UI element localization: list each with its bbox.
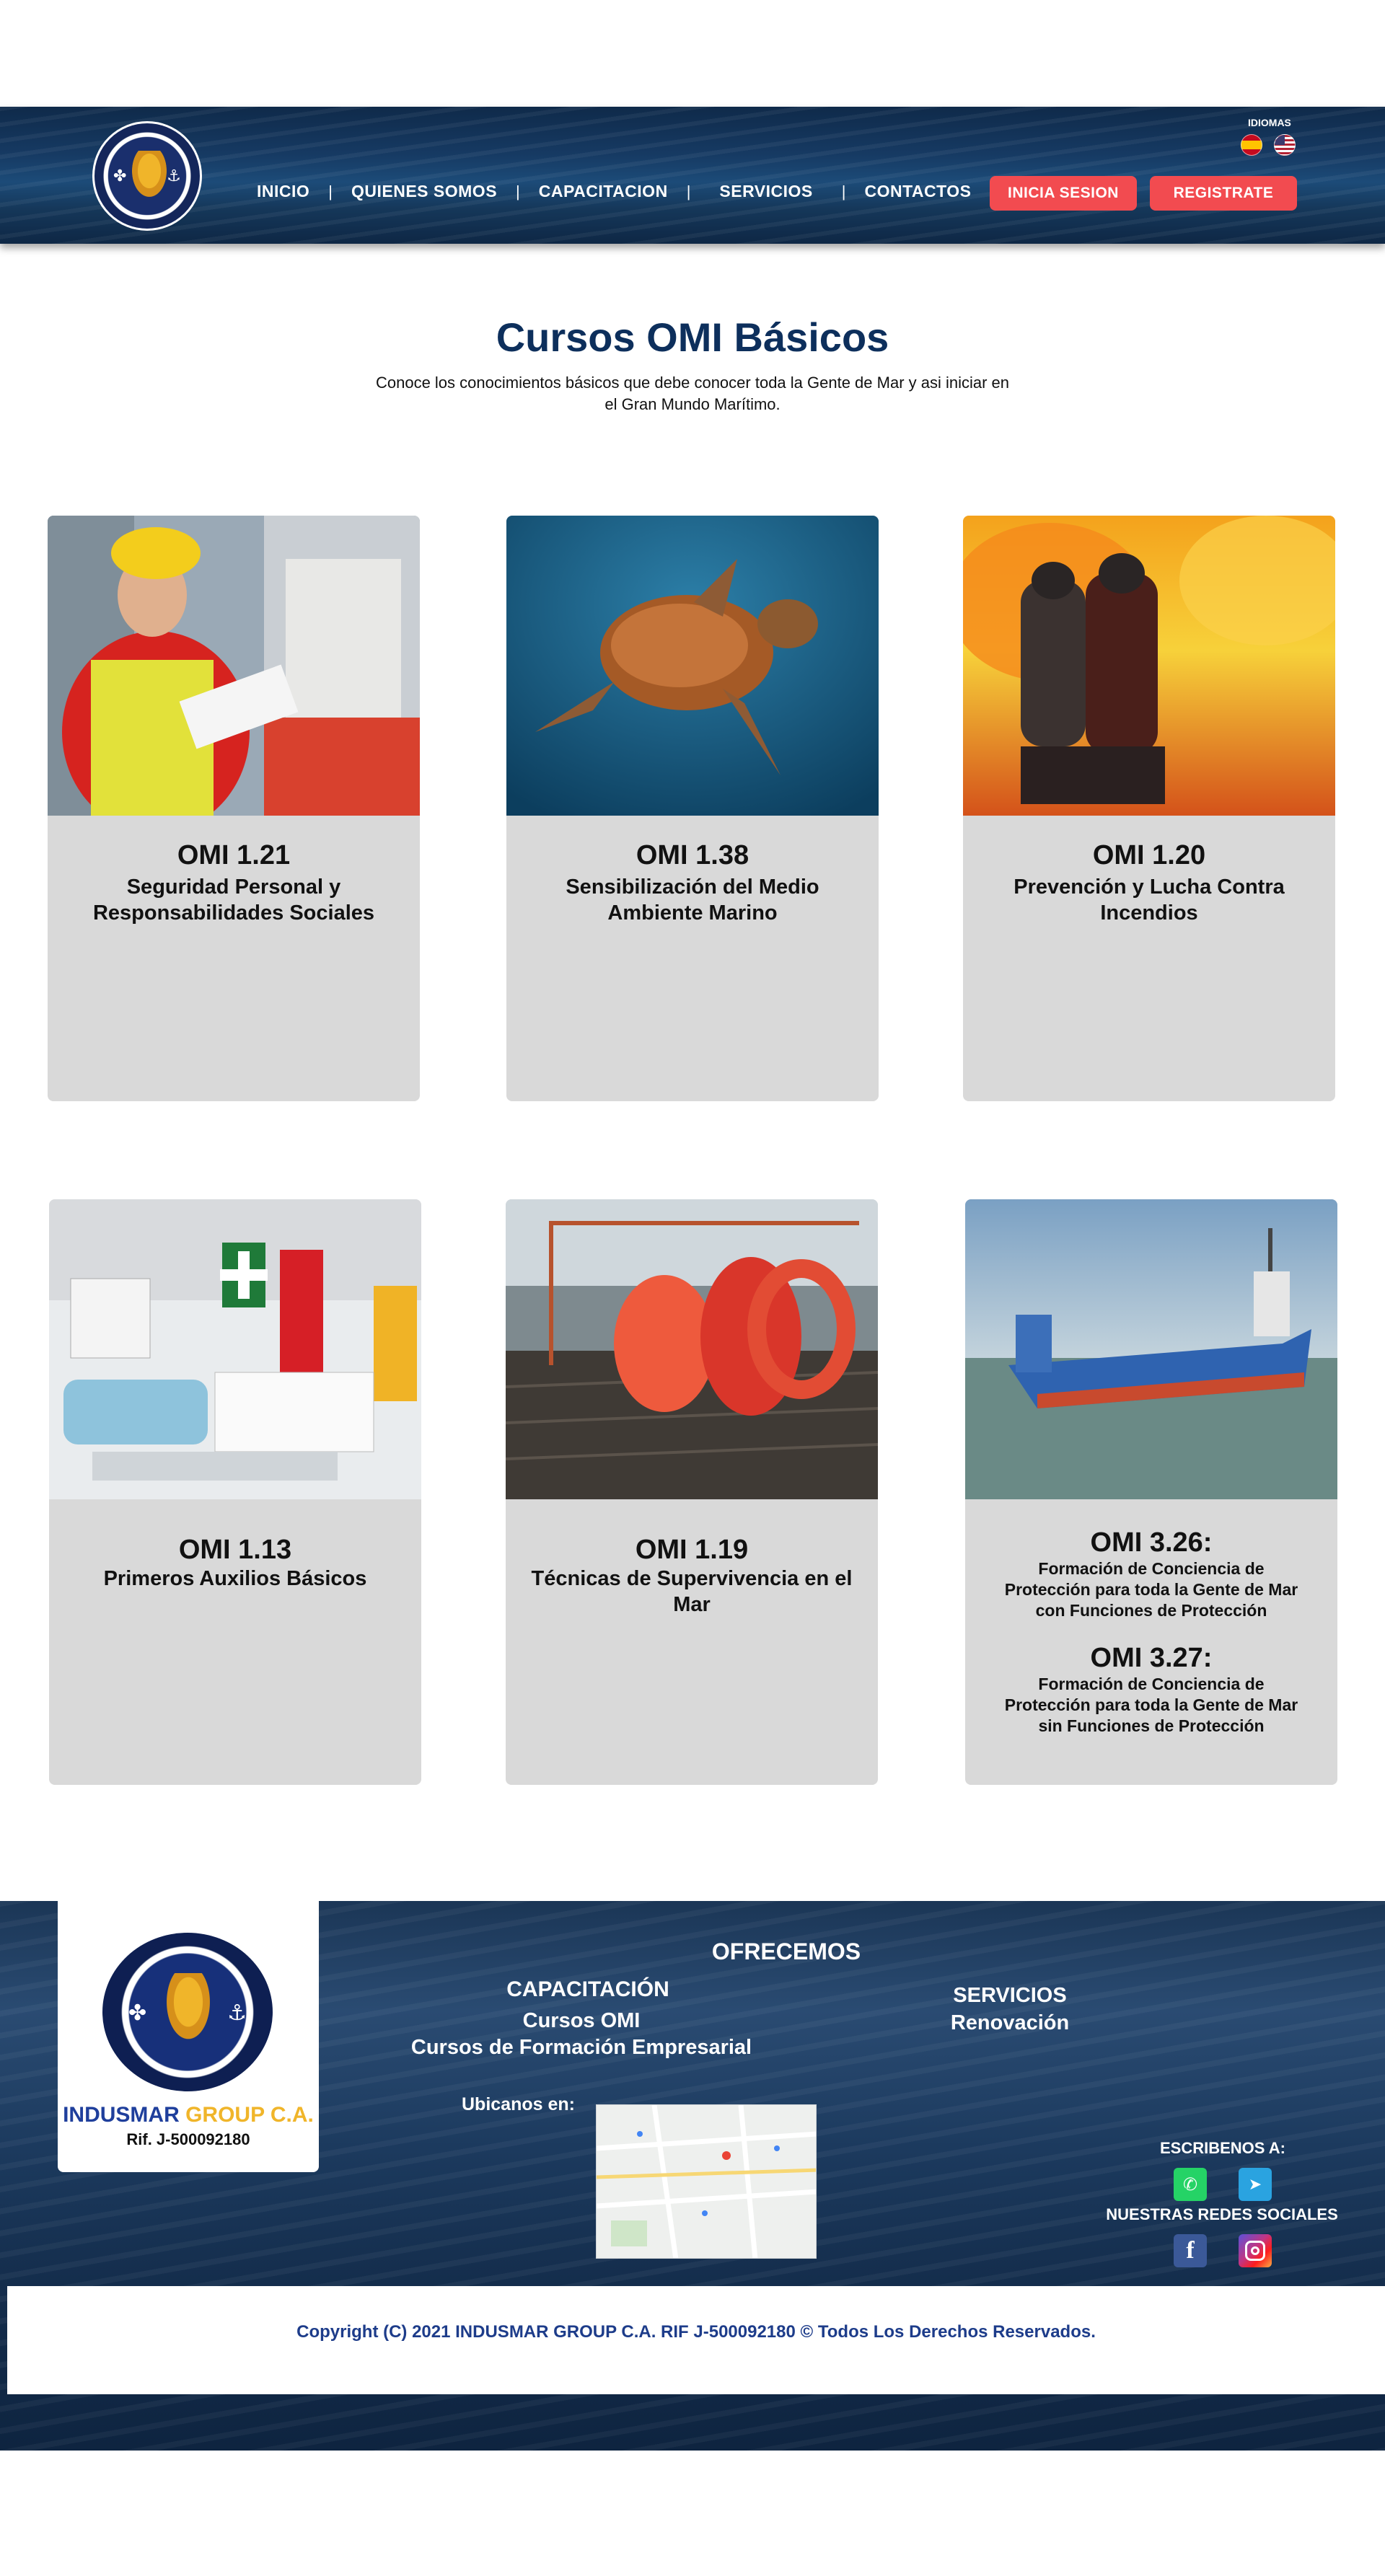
- propeller-icon: ✤: [113, 167, 127, 185]
- location-map[interactable]: [596, 2104, 817, 2259]
- capacitacion-list: Cursos OMI Cursos de Formación Empresari…: [401, 2008, 762, 2061]
- company-name: INDUSMAR GROUP C.A.: [58, 2103, 319, 2127]
- course-code: OMI 1.13: [178, 1535, 292, 1565]
- company-name-main: INDUSMAR: [63, 2103, 180, 2127]
- course-card-omi-1-13[interactable]: OMI 1.13 Primeros Auxilios Básicos: [49, 1199, 421, 1785]
- course-name: Formación de Conciencia de Protección pa…: [1004, 1675, 1298, 1735]
- page-title: Cursos OMI Básicos: [496, 314, 889, 360]
- company-logo[interactable]: ✤ ⚓: [102, 1933, 273, 2091]
- copyright-text: Copyright (C) 2021 INDUSMAR GROUP C.A. R…: [296, 2322, 1096, 2342]
- course-name: Técnicas de Supervivencia en el Mar: [531, 1567, 853, 1616]
- nav-capacitacion[interactable]: CAPACITACION: [539, 182, 668, 201]
- social-label: NUESTRAS REDES SOCIALES: [1106, 2205, 1338, 2223]
- course-code: OMI 3.27:: [1090, 1643, 1213, 1673]
- course-card-omi-1-21[interactable]: OMI 1.21 Seguridad Personal y Responsabi…: [48, 516, 420, 1101]
- course-code: OMI 1.21: [177, 840, 291, 870]
- register-button[interactable]: REGISTRATE: [1150, 176, 1297, 211]
- offer-heading: OFRECEMOS: [711, 1938, 861, 1964]
- site-header: ✤ ⚓ INICIO | QUIENES SOMOS | CAPACITACIO…: [0, 107, 1385, 244]
- nav-inicio[interactable]: INICIO: [257, 182, 309, 201]
- telegram-icon[interactable]: ➤: [1239, 2168, 1272, 2201]
- capacitacion-heading[interactable]: CAPACITACIÓN: [462, 1977, 714, 2002]
- nav-contactos[interactable]: CONTACTOS: [864, 182, 971, 201]
- propeller-icon: ✤: [128, 2001, 147, 2025]
- link-cursos-omi[interactable]: Cursos OMI: [401, 2008, 762, 2034]
- chief-headdress-icon: [163, 1973, 214, 2045]
- course-code: OMI 1.19: [635, 1535, 749, 1565]
- nav-separator: |: [686, 182, 691, 200]
- us-flag-icon[interactable]: [1274, 134, 1296, 156]
- login-button[interactable]: INICIA SESION: [990, 176, 1137, 211]
- course-image-rescue-buoys: [506, 1199, 878, 1499]
- languages-label: IDIOMAS: [1248, 117, 1291, 128]
- instagram-icon[interactable]: [1239, 2234, 1272, 2267]
- course-name: Primeros Auxilios Básicos: [103, 1567, 367, 1590]
- whatsapp-icon[interactable]: ✆: [1174, 2168, 1207, 2201]
- copyright-bar: Copyright (C) 2021 INDUSMAR GROUP C.A. R…: [7, 2286, 1385, 2394]
- course-name: Prevención y Lucha Contra Incendios: [1014, 875, 1285, 925]
- nav-separator: |: [841, 182, 846, 200]
- course-name: Formación de Conciencia de Protección pa…: [1004, 1559, 1298, 1620]
- page-subtitle: Conoce los conocimientos básicos que deb…: [375, 374, 1010, 413]
- course-image-cargo-ship: [965, 1199, 1337, 1499]
- course-image-first-aid-kit: [49, 1199, 421, 1499]
- nav-quienes-somos[interactable]: QUIENES SOMOS: [351, 182, 497, 201]
- course-name: Seguridad Personal y Responsabilidades S…: [92, 875, 375, 925]
- nav-separator: |: [516, 182, 520, 200]
- company-logo[interactable]: ✤ ⚓: [92, 121, 202, 231]
- course-code: OMI 3.26:: [1090, 1527, 1213, 1558]
- footer-logo-box: ✤ ⚓ INDUSMAR GROUP C.A. Rif. J-500092180: [58, 1901, 319, 2172]
- course-card-omi-1-19[interactable]: OMI 1.19 Técnicas de Supervivencia en el…: [506, 1199, 878, 1785]
- course-code: OMI 1.38: [636, 840, 749, 870]
- site-footer: ✤ ⚓ INDUSMAR GROUP C.A. Rif. J-500092180…: [0, 1901, 1385, 2451]
- facebook-icon[interactable]: f: [1174, 2234, 1207, 2267]
- course-card-omi-1-38[interactable]: OMI 1.38 Sensibilización del Medio Ambie…: [506, 516, 879, 1101]
- course-code: OMI 1.20: [1092, 840, 1206, 870]
- link-cursos-empresariales[interactable]: Cursos de Formación Empresarial: [401, 2034, 762, 2061]
- anchor-icon: ⚓: [167, 167, 181, 185]
- servicios-block: SERVICIOS Renovación: [909, 1982, 1111, 2037]
- spanish-flag-icon[interactable]: [1241, 134, 1262, 156]
- course-image-firefighters: [963, 516, 1335, 816]
- main-nav: INICIO | QUIENES SOMOS | CAPACITACION | …: [257, 182, 972, 201]
- servicios-heading[interactable]: SERVICIOS: [909, 1982, 1111, 2009]
- course-name: Sensibilización del Medio Ambiente Marin…: [566, 875, 819, 925]
- location-label: Ubicanos en:: [462, 2094, 575, 2114]
- nav-separator: |: [328, 182, 333, 200]
- link-renovacion[interactable]: Renovación: [909, 2009, 1111, 2037]
- chief-headdress-icon: [129, 151, 170, 201]
- nav-servicios[interactable]: SERVICIOS: [719, 182, 812, 201]
- course-image-safety-worker: [48, 516, 420, 816]
- contact-label: ESCRIBENOS A:: [1160, 2139, 1285, 2157]
- course-card-omi-1-20[interactable]: OMI 1.20 Prevención y Lucha Contra Incen…: [963, 516, 1335, 1101]
- company-name-group: GROUP C.A.: [185, 2103, 314, 2127]
- course-image-sea-turtle: [506, 516, 879, 816]
- anchor-icon: ⚓: [227, 2001, 247, 2025]
- company-rif: Rif. J-500092180: [126, 2130, 250, 2148]
- course-card-omi-3-26-3-27[interactable]: OMI 3.26: Formación de Conciencia de Pro…: [965, 1199, 1337, 1785]
